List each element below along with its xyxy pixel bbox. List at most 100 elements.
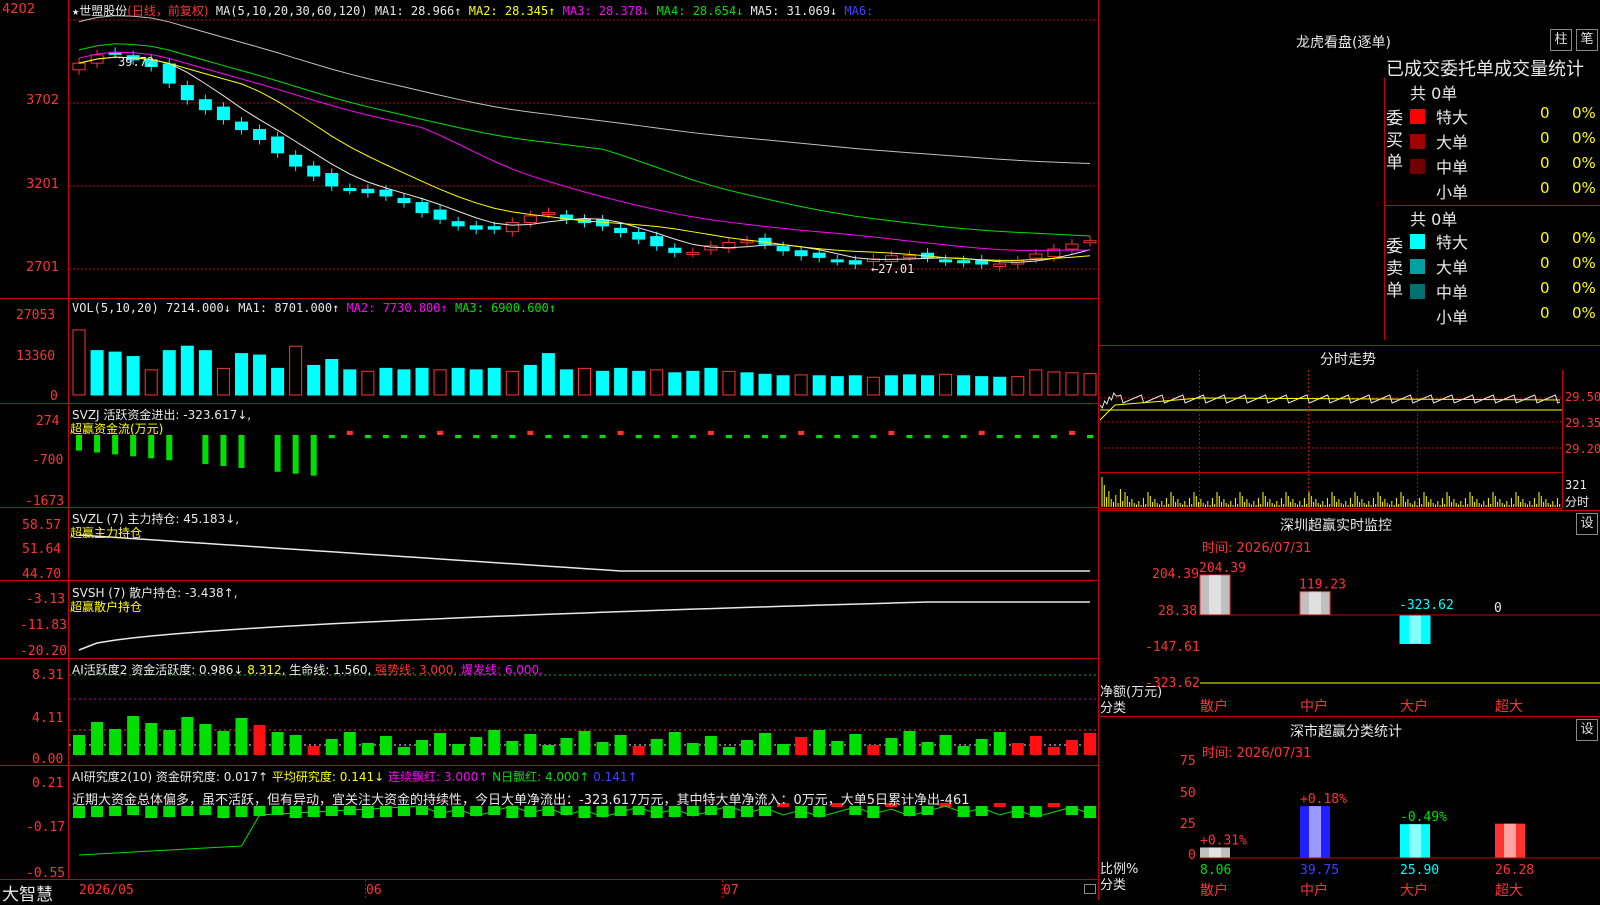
legend-swatch	[1410, 109, 1425, 124]
row-count: 0	[1540, 154, 1550, 172]
activity-bar	[614, 735, 627, 755]
ai-research-items: 平均研究度: 0.141↓ 连续飘红: 3.000↑ N日飘红: 4.000↑ …	[268, 770, 638, 784]
activity-bar	[127, 716, 140, 755]
activity-bar	[217, 731, 230, 755]
fund-flow-bar	[1050, 435, 1057, 439]
intraday-tick: 29.20	[1565, 442, 1600, 456]
volume-bar	[361, 370, 375, 396]
ai-research-item: N日飘红: 4.000↑	[488, 770, 590, 784]
fund-flow-bar	[1014, 435, 1021, 439]
fund-flow-bar	[852, 435, 859, 439]
lock-icon[interactable]	[1084, 884, 1096, 894]
fund-flow-bar	[509, 435, 516, 439]
volume-bar	[939, 373, 953, 396]
svsh-tick: -11.83	[20, 618, 67, 633]
fund-flow-bar	[671, 435, 678, 439]
row-count: 0	[1540, 129, 1550, 147]
brush-mode-button[interactable]: 笔	[1576, 29, 1598, 51]
activity-bar	[470, 737, 483, 755]
fund-flow-bar	[816, 435, 823, 439]
ai-active-item: 生命线: 1.560,	[285, 663, 372, 677]
fund-flow-bar	[274, 435, 281, 472]
fund-flow-bar	[112, 435, 119, 455]
volume-bar	[343, 369, 357, 396]
stats-value-label: 8.06	[1200, 863, 1231, 878]
legend-swatch	[1410, 184, 1425, 199]
svsh-subtitle: 超赢散户持仓	[70, 600, 143, 614]
activity-bar	[542, 745, 555, 755]
fund-flow-bar	[888, 430, 895, 435]
sell-label: 委卖单	[1386, 237, 1403, 301]
candle-body	[812, 252, 826, 258]
ma-line	[78, 56, 1091, 261]
volume-bar	[469, 369, 483, 396]
candle-body	[253, 129, 267, 141]
volume-bar	[451, 367, 465, 396]
candle-body	[957, 260, 971, 264]
column-mode-button[interactable]: 柱	[1550, 29, 1572, 51]
activity-bar	[795, 737, 808, 755]
stats-time: 时间: 2026/07/31	[1202, 746, 1312, 761]
candle-body	[650, 236, 664, 247]
activity-bar	[199, 724, 212, 755]
activity-bar	[686, 743, 699, 755]
stats-change-label: -0.49%	[1400, 810, 1447, 825]
svsh-tick: -20.20	[20, 644, 67, 659]
candle-body	[162, 63, 176, 84]
activity-bar	[416, 740, 429, 755]
volume-bar	[271, 367, 285, 396]
volume-bar	[90, 350, 104, 396]
candle-body	[740, 240, 754, 244]
activity-bar	[343, 732, 356, 755]
svzl-subtitle: 超赢主力持仓	[70, 526, 143, 540]
monitor-category: 大户	[1400, 698, 1428, 715]
vol-ma-value: MA1: 8701.000↑	[238, 301, 340, 315]
activity-bar	[163, 730, 176, 755]
volume-bar	[289, 345, 303, 396]
stats-settings-button[interactable]: 设	[1576, 719, 1598, 741]
stats-category: 中户	[1300, 882, 1328, 899]
activity-bar	[1084, 733, 1096, 755]
kline-chart-canvas[interactable]: 204.39 散户 119.23 中户 -323.62 大户 0 超大 +0.31% 8.06 散户…	[0, 0, 1600, 900]
monitor-bar-label: 0	[1494, 601, 1502, 616]
fund-flow-bar	[328, 435, 335, 439]
stats-value-label: 39.75	[1300, 863, 1339, 878]
activity-bar	[939, 735, 952, 755]
candle-body	[234, 121, 248, 131]
activity-bar	[813, 730, 826, 755]
fund-flow-bar	[780, 435, 787, 439]
stats-bar-highlight	[1309, 806, 1321, 858]
monitor-bar-label: 119.23	[1299, 578, 1346, 593]
volume-bar	[216, 367, 230, 396]
monitor-settings-button[interactable]: 设	[1576, 513, 1598, 535]
fund-flow-bar	[238, 435, 245, 468]
candle-body	[307, 165, 321, 177]
volume-bar	[957, 375, 971, 396]
activity-bar	[777, 744, 790, 755]
activity-bar	[379, 736, 392, 755]
main-holding-line	[78, 534, 1090, 572]
fund-flow-bar	[617, 430, 624, 435]
candle-body	[523, 215, 537, 224]
volume-bar	[632, 370, 646, 396]
period-label[interactable]: (日线，前复权)	[127, 4, 208, 18]
activity-bar	[704, 736, 717, 755]
svzl-tick: 58.57	[22, 518, 62, 533]
fund-flow-bar	[527, 430, 534, 435]
fund-flow-bar	[364, 435, 371, 439]
monitor-bar-highlight	[1309, 591, 1321, 615]
research-bar	[993, 803, 1006, 807]
stats-category: 超大	[1495, 883, 1523, 899]
buy-label: 委买单	[1386, 109, 1403, 173]
stock-name[interactable]: 世盟股份	[79, 4, 127, 18]
high-price-annotation: 39.72	[118, 55, 155, 69]
volume-bar	[758, 373, 772, 396]
stats-change-label: +0.18%	[1300, 792, 1347, 807]
svsh-tick: -3.13	[26, 592, 66, 607]
activity-bar	[307, 746, 320, 755]
row-pct: 0%	[1572, 104, 1596, 122]
candle-body	[632, 231, 646, 240]
volume-bar	[144, 369, 158, 396]
ma-line	[78, 56, 1091, 263]
stock-header: ★世盟股份(日线，前复权) MA(5,10,20,30,60,120) MA1:…	[72, 2, 873, 19]
